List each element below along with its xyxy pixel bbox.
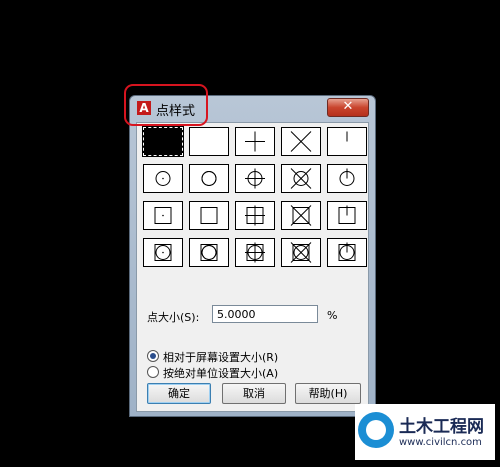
point-style-plus-circle[interactable]: [235, 164, 275, 193]
site-watermark: 土木工程网 www.civilcn.com: [355, 404, 495, 460]
civilcn-logo-icon: [358, 412, 394, 448]
point-style-tick-square[interactable]: [327, 201, 367, 230]
radio-relative[interactable]: [147, 350, 159, 362]
radio-absolute[interactable]: [147, 366, 159, 378]
point-style-x[interactable]: [281, 127, 321, 156]
dialog-body: 点大小(S): 5.0000 % 相对于屏幕设置大小(R) 按绝对单位设置大小(…: [136, 122, 369, 412]
point-style-glyph: [338, 242, 356, 261]
point-size-input[interactable]: 5.0000: [212, 305, 318, 323]
point-style-plus-square[interactable]: [235, 201, 275, 230]
point-style-plus[interactable]: [235, 127, 275, 156]
point-style-glyph: [245, 168, 265, 189]
watermark-url: www.civilcn.com: [399, 437, 482, 448]
point-style-dot-square[interactable]: [143, 201, 183, 230]
point-style-dot-circle[interactable]: [143, 164, 183, 193]
radio-relative-label: 相对于屏幕设置大小(R): [163, 351, 279, 364]
point-style-glyph: [155, 171, 171, 186]
point-style-glyph: [154, 207, 172, 224]
watermark-name: 土木工程网: [399, 417, 484, 437]
radio-absolute-label: 按绝对单位设置大小(A): [163, 367, 279, 380]
point-style-glyph: [290, 131, 312, 152]
point-style-glyph: [200, 207, 218, 224]
point-style-glyph: [190, 128, 228, 155]
point-style-glyph: [245, 131, 265, 152]
point-style-tick-circle[interactable]: [327, 164, 367, 193]
point-style-glyph: [201, 171, 217, 186]
point-style-x-circle-square[interactable]: [281, 238, 321, 267]
point-style-circle[interactable]: [189, 164, 229, 193]
radio-absolute-row[interactable]: 按绝对单位设置大小(A): [147, 365, 278, 381]
point-style-glyph: [290, 205, 312, 226]
point-style-glyph: [290, 242, 312, 263]
point-style-x-circle[interactable]: [281, 164, 321, 193]
point-style-dot-circle-square[interactable]: [143, 238, 183, 267]
point-style-dot[interactable]: [142, 126, 184, 157]
percent-unit: %: [327, 309, 338, 322]
point-style-glyph: [154, 244, 172, 261]
ok-button[interactable]: 确定: [147, 383, 211, 404]
point-style-none[interactable]: [189, 127, 229, 156]
title-highlight-annotation: [124, 84, 208, 126]
point-style-tick-circle-square[interactable]: [327, 238, 367, 267]
point-style-dialog: A 点样式 ✕ 点大小(S): 5.0000 % 相对于屏幕设置大小(R) 按绝…: [129, 95, 376, 417]
close-button[interactable]: ✕: [327, 98, 369, 117]
point-style-x-square[interactable]: [281, 201, 321, 230]
point-style-glyph: [346, 131, 348, 142]
point-style-plus-circle-square[interactable]: [235, 238, 275, 267]
point-style-glyph: [339, 168, 355, 186]
point-style-glyph: [290, 168, 312, 189]
point-style-glyph: [338, 205, 356, 224]
help-button[interactable]: 帮助(H): [295, 383, 361, 404]
point-style-glyph: [245, 242, 265, 263]
point-size-label: 点大小(S):: [147, 311, 200, 324]
radio-relative-row[interactable]: 相对于屏幕设置大小(R): [147, 349, 278, 365]
point-style-glyph: [200, 244, 218, 261]
cancel-button[interactable]: 取消: [222, 383, 286, 404]
point-style-square[interactable]: [189, 201, 229, 230]
point-style-glyph: [245, 205, 265, 226]
point-style-circle-square[interactable]: [189, 238, 229, 267]
point-style-tick[interactable]: [327, 127, 367, 156]
